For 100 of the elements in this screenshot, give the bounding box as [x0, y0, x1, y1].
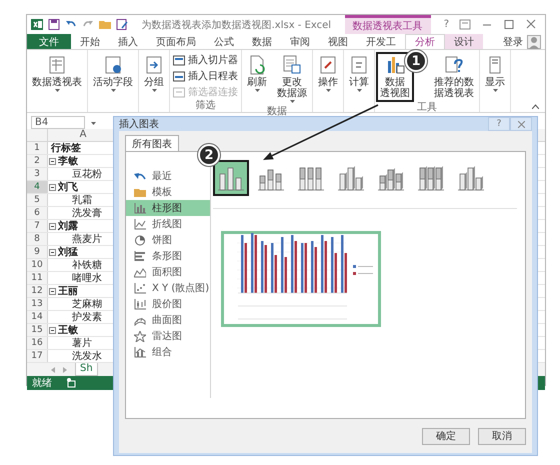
ribbon-tab[interactable]: 开始 — [71, 34, 109, 49]
ribbon-button[interactable]: 更改 数据源 — [273, 52, 311, 106]
row-number[interactable]: 3 — [27, 168, 48, 180]
ribbon-tab[interactable]: 视图 — [319, 34, 357, 49]
ribbon-tab[interactable]: 公式 — [205, 34, 243, 49]
avatar-icon[interactable] — [527, 34, 541, 48]
chart-type-item[interactable]: 曲面图 — [126, 312, 210, 328]
table-cell: 刘猛 — [58, 246, 78, 258]
row-number[interactable]: 17 — [27, 350, 48, 362]
column-chart-icon — [417, 164, 445, 192]
row-number[interactable]: 12 — [27, 285, 48, 297]
collapse-icon[interactable] — [49, 222, 56, 230]
sheet-tab[interactable]: Sh — [75, 363, 98, 376]
ribbon-tab[interactable]: 文件 — [27, 34, 71, 49]
group-label: 工具 — [416, 102, 438, 114]
ribbon-button[interactable]: 数据透视表 — [28, 52, 86, 100]
row-number[interactable]: 8 — [27, 233, 48, 245]
ribbon-button[interactable]: 插入切片器 — [171, 53, 240, 67]
collapse-icon[interactable] — [532, 104, 539, 109]
column-chart-icon — [337, 164, 365, 192]
row-number[interactable]: 11 — [27, 272, 48, 284]
status-text: 就绪 — [32, 376, 52, 390]
chart-type-item[interactable]: 折线图 — [126, 216, 210, 232]
line-chart-icon — [134, 218, 146, 230]
dialog-button[interactable]: 取消 — [478, 428, 526, 444]
group-label: 筛选 — [194, 100, 216, 112]
table-cell: 刘露 — [58, 220, 78, 232]
chart-type-item[interactable]: 最近 — [126, 168, 210, 184]
ribbon-tab[interactable]: 分析 — [405, 34, 445, 49]
ribbon-tab[interactable]: 审阅 — [281, 34, 319, 49]
chart-type-item[interactable]: 饼图 — [126, 232, 210, 248]
maximize-icon[interactable] — [503, 19, 515, 30]
save-as-icon[interactable] — [116, 19, 128, 30]
chart-type-item[interactable]: 组合 — [126, 344, 210, 360]
table-cell: 啫哩水 — [72, 272, 102, 284]
chart-type-item[interactable]: 条形图 — [126, 248, 210, 264]
undo-icon — [134, 170, 146, 182]
help-button[interactable]: ? — [444, 19, 449, 30]
close-button[interactable] — [510, 117, 532, 131]
chart-type-item[interactable]: 模板 — [126, 184, 210, 200]
collapse-icon[interactable] — [49, 184, 56, 190]
row-number[interactable]: 14 — [27, 311, 48, 323]
scatter-chart-icon — [134, 282, 146, 294]
ribbon-button[interactable]: 显示 — [481, 52, 509, 100]
bar-chart-icon — [385, 55, 405, 75]
ribbon-button[interactable]: 刷新 — [243, 52, 271, 106]
row-number[interactable]: 13 — [27, 298, 48, 310]
name-box[interactable]: B4 — [31, 116, 85, 129]
document-icon — [47, 55, 67, 75]
table-cell: 豆花粉 — [72, 168, 102, 180]
caret-icon[interactable] — [91, 122, 96, 124]
chart-type-item[interactable]: 雷达图 — [126, 328, 210, 344]
chart-type-item[interactable]: X Y (散点图) — [126, 280, 210, 296]
ribbon-button[interactable]: 活动字段 — [89, 52, 137, 100]
ribbon-button[interactable]: 操作 — [314, 52, 342, 100]
chart-type-item[interactable]: 面积图 — [126, 264, 210, 280]
ribbon-options-icon[interactable] — [459, 19, 471, 30]
collapse-icon[interactable] — [49, 248, 56, 256]
ribbon-tab[interactable]: 数据 — [243, 34, 281, 49]
window-title: 为数据透视表添加数据透视图.xlsx - Excel — [140, 18, 332, 32]
chart-type-item[interactable]: 股价图 — [126, 296, 210, 312]
row-number[interactable]: 16 — [27, 337, 48, 349]
ribbon-tab[interactable]: 插入 — [109, 34, 147, 49]
chart-subtype-button[interactable] — [213, 160, 249, 196]
ribbon-tab[interactable]: 设计 — [445, 34, 483, 49]
document-icon — [349, 55, 369, 75]
table-cell: 刘飞 — [58, 182, 78, 192]
dialog-button[interactable]: 确定 — [422, 428, 470, 444]
row-number[interactable]: 4 — [27, 181, 48, 193]
table-cell: 芝麻糊 — [72, 298, 102, 310]
context-tab-title: 数据透视表工具 — [344, 15, 431, 34]
ribbon-button[interactable]: 计算 — [345, 52, 373, 100]
row-number[interactable]: 5 — [27, 194, 48, 206]
combo-chart-icon — [134, 346, 146, 358]
sign-in-link[interactable]: 登录 — [503, 34, 523, 48]
row-number[interactable]: 1 — [27, 142, 48, 154]
collapse-icon[interactable] — [49, 326, 56, 334]
collapse-icon[interactable] — [49, 288, 56, 294]
area-chart-icon — [134, 266, 146, 278]
dialog-tab[interactable]: 所有图表 — [125, 135, 179, 151]
row-number[interactable]: 10 — [27, 259, 48, 271]
row-number[interactable]: 7 — [27, 220, 48, 232]
ribbon-button[interactable]: 插入日程表 — [171, 69, 240, 83]
save-icon[interactable] — [48, 19, 60, 30]
table-cell: 洗发膏 — [72, 208, 102, 218]
collapse-icon[interactable] — [49, 158, 56, 164]
close-icon[interactable] — [525, 19, 537, 30]
row-number[interactable]: 15 — [27, 324, 48, 336]
app-icon[interactable] — [31, 19, 43, 30]
help-button[interactable]: ? — [488, 117, 510, 131]
ribbon-button[interactable]: 推荐的数 据透视表 — [430, 52, 478, 102]
ribbon-tab[interactable]: 页面布局 — [147, 34, 205, 49]
column-chart-icon — [134, 202, 146, 214]
ribbon-button[interactable]: 分组 — [140, 52, 168, 100]
chart-type-item[interactable]: 柱形图 — [126, 200, 210, 216]
ribbon-tab[interactable]: 开发工 — [357, 34, 405, 49]
row-number[interactable]: 6 — [27, 207, 48, 219]
row-number[interactable]: 9 — [27, 246, 48, 258]
row-number[interactable]: 2 — [27, 155, 48, 167]
close-icon — [518, 120, 524, 128]
